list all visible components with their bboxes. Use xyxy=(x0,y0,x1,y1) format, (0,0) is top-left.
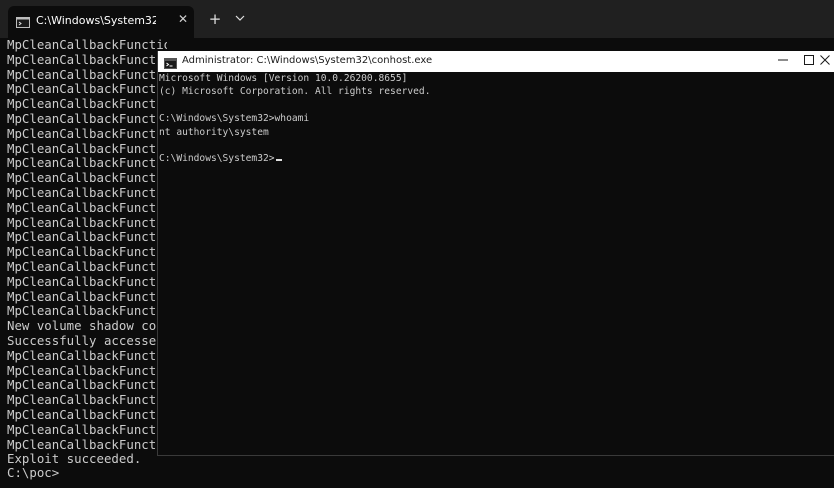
output-line: New volume shadow co xyxy=(7,318,157,334)
tab-close-icon[interactable]: ✕ xyxy=(176,12,190,26)
conhost-window-title: Administrator: C:\Windows\System32\conho… xyxy=(182,55,433,66)
new-tab-button[interactable]: + xyxy=(204,9,226,29)
output-line: MpCleanCallbackFunct xyxy=(7,140,157,156)
console-icon xyxy=(164,56,177,69)
console-line-text: Microsoft Windows [Version 10.0.26200.86… xyxy=(159,73,408,84)
conhost-window[interactable]: Administrator: C:\Windows\System32\conho… xyxy=(157,51,834,456)
output-line: MpCleanCallbackFunct xyxy=(7,51,157,67)
output-line: MpCleanCallbackFunct xyxy=(7,288,157,304)
cmd-icon xyxy=(16,15,30,28)
output-line: MpCleanCallbackFunct xyxy=(7,392,157,408)
text-cursor xyxy=(275,159,282,162)
console-line: (c) Microsoft Corporation. All rights re… xyxy=(159,85,430,98)
output-line: MpCleanCallbackFunct xyxy=(7,229,157,245)
console-line: nt authority\system xyxy=(159,126,430,139)
output-line: MpCleanCallbackFunct xyxy=(7,258,157,274)
output-line: MpCleanCallbackFunct xyxy=(7,436,157,452)
console-line-text: C:\Windows\System32>whoami xyxy=(159,113,310,125)
output-line: MpCleanCallbackFunct xyxy=(7,244,157,260)
console-line-text: nt authority\system xyxy=(159,126,269,138)
output-line: MpCleanCallbackFunct xyxy=(7,155,157,171)
terminal-prompt[interactable]: C:\poc> xyxy=(7,465,59,481)
output-line: MpCleanCallbackFunct xyxy=(7,81,157,97)
conhost-console[interactable]: Microsoft Windows [Version 10.0.26200.86… xyxy=(158,72,834,456)
output-line: MpCleanCallbackFunct xyxy=(7,347,157,363)
chevron-down-icon[interactable] xyxy=(230,9,250,29)
terminal-output: MpCleanCallbackFunction called.MpCleanCa… xyxy=(7,38,167,467)
output-line: MpCleanCallbackFunct xyxy=(7,110,157,126)
output-line: MpCleanCallbackFunct xyxy=(7,96,157,112)
output-line: MpCleanCallbackFunct xyxy=(7,214,157,230)
output-line: MpCleanCallbackFunct xyxy=(7,170,157,186)
output-line: MpCleanCallbackFunct xyxy=(7,125,157,141)
conhost-output: Microsoft Windows [Version 10.0.26200.86… xyxy=(159,72,430,166)
output-line: MpCleanCallbackFunct xyxy=(7,184,157,200)
output-line: Successfully accesse xyxy=(7,332,157,348)
output-line: MpCleanCallbackFunct xyxy=(7,66,157,82)
tab-title: C:\Windows\System32\cmd.e xyxy=(36,14,156,27)
console-line: C:\Windows\System32> xyxy=(159,152,430,165)
terminal-tab-bar: C:\Windows\System32\cmd.e ✕ + xyxy=(0,0,834,38)
output-line: MpCleanCallbackFunct xyxy=(7,273,157,289)
console-line-text: (c) Microsoft Corporation. All rights re… xyxy=(159,86,431,98)
desktop-screen: C:\Windows\System32\cmd.e ✕ + MpCleanCal… xyxy=(0,0,834,488)
console-line: Microsoft Windows [Version 10.0.26200.86… xyxy=(159,72,430,85)
output-line: MpCleanCallbackFunction called. xyxy=(7,38,167,52)
conhost-title-bar[interactable]: Administrator: C:\Windows\System32\conho… xyxy=(158,51,834,72)
output-line: MpCleanCallbackFunct xyxy=(7,199,157,215)
output-line: MpCleanCallbackFunct xyxy=(7,303,157,319)
output-line: MpCleanCallbackFunct xyxy=(7,362,157,378)
output-line: MpCleanCallbackFunct xyxy=(7,377,157,393)
console-line: C:\Windows\System32>whoami xyxy=(159,112,430,125)
close-button[interactable] xyxy=(814,51,834,72)
console-line-text: C:\Windows\System32> xyxy=(159,153,275,165)
output-line: MpCleanCallbackFunct xyxy=(7,406,157,422)
output-line: MpCleanCallbackFunct xyxy=(7,421,157,437)
tab-cmd[interactable]: C:\Windows\System32\cmd.e ✕ xyxy=(8,6,194,38)
